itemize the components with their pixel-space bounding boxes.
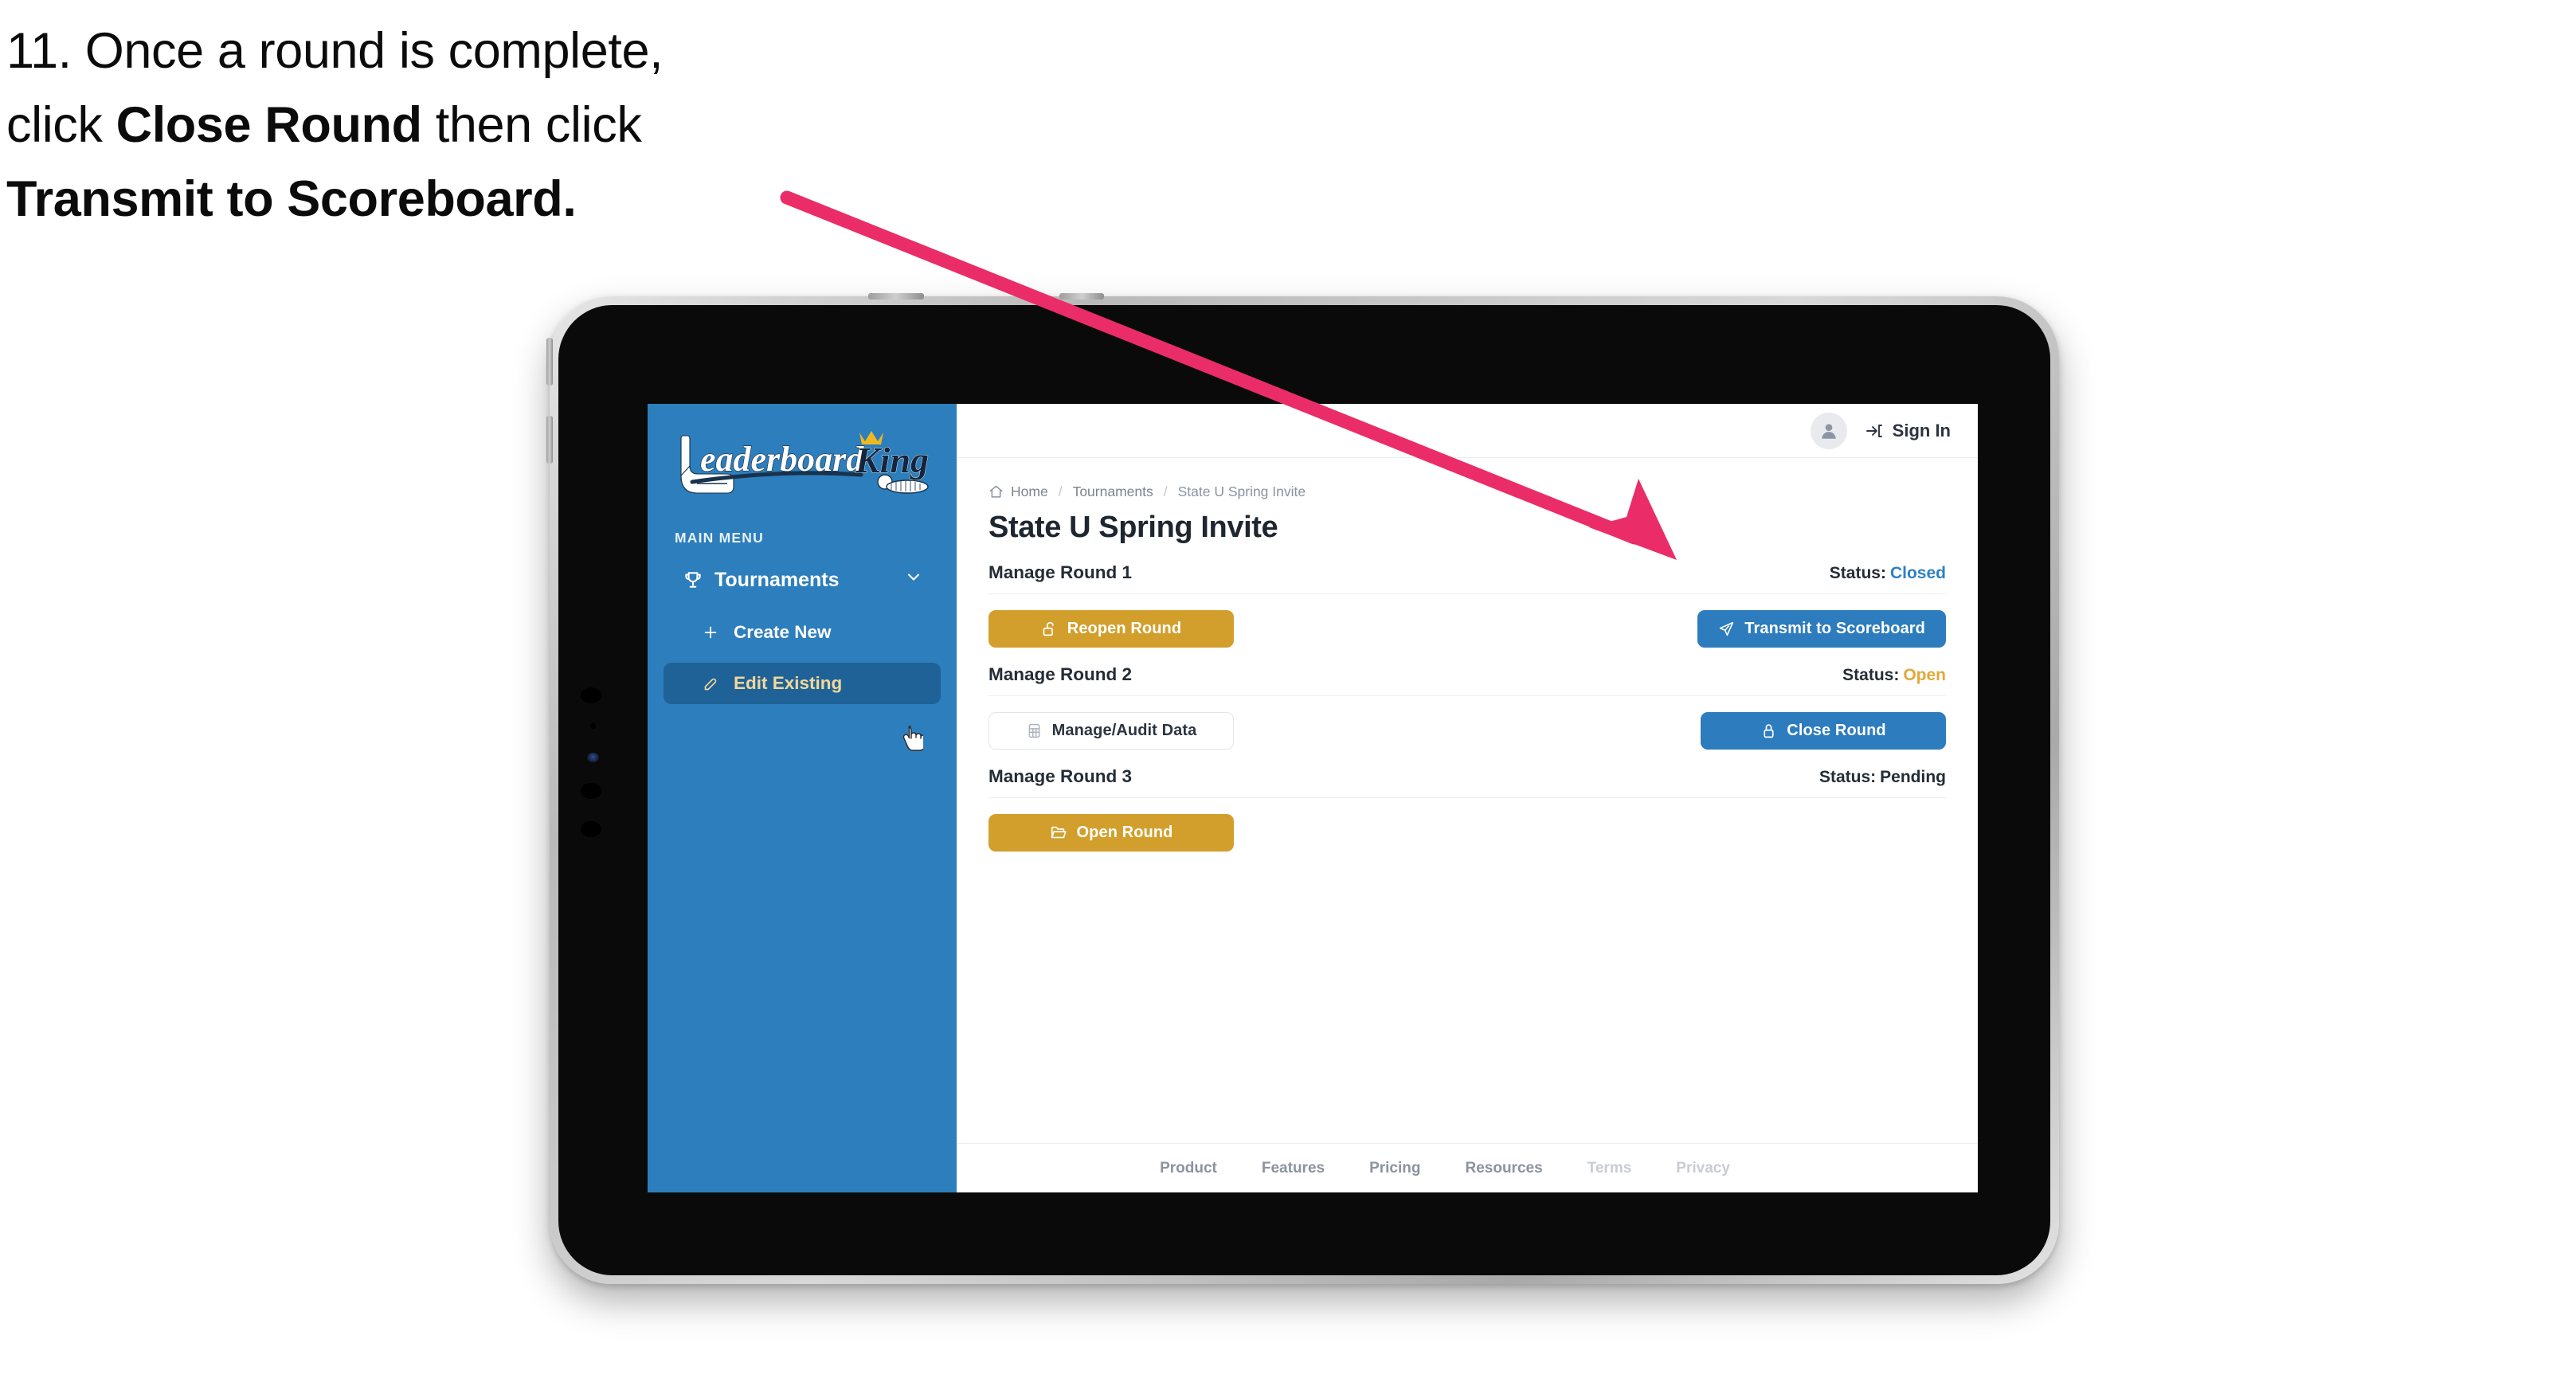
footer-link-pricing[interactable]: Pricing <box>1369 1160 1420 1177</box>
svg-text:King: King <box>855 440 929 480</box>
app-logo[interactable]: eaderboard King <box>648 426 957 512</box>
top-bar: Sign In <box>957 404 1978 458</box>
sidebar-section-label: MAIN MENU <box>675 530 764 546</box>
caption-line-2-suffix: then click <box>421 97 642 154</box>
button-label: Open Round <box>1076 823 1173 841</box>
button-label: Manage/Audit Data <box>1051 721 1197 739</box>
button-label: Reopen Round <box>1067 619 1182 637</box>
manage-audit-data-button[interactable]: Manage/Audit Data <box>989 711 1234 750</box>
footer-link-privacy[interactable]: Privacy <box>1676 1160 1730 1177</box>
caption-transmit-bold: Transmit to Scoreboard. <box>6 171 577 228</box>
sign-in-icon <box>1865 421 1884 440</box>
plus-icon <box>699 622 722 643</box>
caption-line-2-prefix: click <box>6 97 116 154</box>
open-round-button[interactable]: Open Round <box>989 813 1234 852</box>
breadcrumb-item-current: State U Spring Invite <box>1177 484 1306 499</box>
device-volume-down-button <box>546 416 553 464</box>
breadcrumb-separator: / <box>1058 484 1063 499</box>
sidebar-item-tournaments[interactable]: Tournaments <box>665 558 939 602</box>
status-badge: Pending <box>1880 768 1946 786</box>
round-block-1: Manage Round 1 Status: Closed Reopen Rou… <box>989 562 1946 648</box>
round-name: Manage Round 1 <box>989 562 1133 582</box>
device-sensor-dot <box>590 723 596 729</box>
device-top-button-a <box>868 293 924 300</box>
device-top-button-b <box>1059 293 1104 300</box>
user-avatar-icon[interactable] <box>1810 412 1847 449</box>
footer-link-terms[interactable]: Terms <box>1587 1160 1632 1177</box>
transmit-to-scoreboard-button[interactable]: Transmit to Scoreboard <box>1697 609 1946 648</box>
caption-close-round-bold: Close Round <box>115 97 422 154</box>
device-volume-up-button <box>546 338 553 386</box>
round-block-3: Manage Round 3 Status: Pending Open Roun… <box>989 766 1946 852</box>
breadcrumb-item-tournaments[interactable]: Tournaments <box>1073 484 1153 500</box>
sidebar-item-create-new[interactable]: Create New <box>664 612 941 653</box>
status-prefix-label: Status: <box>1842 666 1900 684</box>
button-label: Close Round <box>1787 721 1886 739</box>
round-header: Manage Round 1 Status: Closed <box>989 562 1946 594</box>
footer-link-resources[interactable]: Resources <box>1465 1160 1542 1177</box>
footer-link-product[interactable]: Product <box>1160 1160 1217 1177</box>
breadcrumb: Home / Tournaments / State U Spring Invi… <box>989 484 1946 500</box>
sign-in-button[interactable]: Sign In <box>1865 421 1951 441</box>
trophy-icon <box>679 568 707 592</box>
page-title: State U Spring Invite <box>989 511 1278 544</box>
sidebar-item-label: Edit Existing <box>734 673 843 693</box>
page-body: Home / Tournaments / State U Spring Invi… <box>957 458 1978 1143</box>
round-actions: Manage/Audit Data Close Round <box>989 711 1946 750</box>
lock-icon <box>1760 722 1777 739</box>
device-sensor-dot <box>581 821 601 837</box>
chevron-down-icon[interactable] <box>904 568 923 593</box>
open-folder-icon <box>1050 824 1067 841</box>
round-name: Manage Round 3 <box>989 766 1133 786</box>
round-header: Manage Round 2 Status: Open <box>989 664 1946 696</box>
round-block-2: Manage Round 2 Status: Open Manage/Audit… <box>989 664 1946 750</box>
footer-link-features[interactable]: Features <box>1262 1160 1325 1177</box>
edit-pencil-icon <box>699 673 722 694</box>
button-label: Transmit to Scoreboard <box>1744 619 1925 637</box>
home-icon[interactable] <box>989 484 1004 499</box>
round-actions: Reopen Round Transmit to Scoreboard <box>989 609 1946 648</box>
tablet-device: eaderboard King MAIN MENU Tournaments Cr… <box>546 293 2059 1284</box>
device-front-camera <box>587 753 599 762</box>
sidebar-item-label: Create New <box>734 622 832 642</box>
sidebar: eaderboard King MAIN MENU Tournaments Cr… <box>648 404 957 1192</box>
leaderboard-king-logo-icon: eaderboard King <box>680 431 929 494</box>
main-content: Sign In Home / Tournaments / State U Spr… <box>957 404 1978 1192</box>
instruction-caption: 11. Once a round is complete, click Clos… <box>6 14 851 237</box>
round-status: Status: Pending <box>1819 768 1946 787</box>
round-actions: Open Round <box>989 812 1946 852</box>
round-status: Status: Open <box>1842 666 1946 685</box>
status-prefix-label: Status: <box>1829 564 1886 582</box>
paper-plane-icon <box>1718 621 1735 637</box>
mouse-cursor-pointer-icon <box>901 723 926 753</box>
app-viewport: eaderboard King MAIN MENU Tournaments Cr… <box>648 404 1978 1192</box>
breadcrumb-item-home[interactable]: Home <box>1011 484 1048 500</box>
caption-line-1: 11. Once a round is complete, <box>6 14 851 88</box>
round-name: Manage Round 2 <box>989 664 1133 684</box>
close-round-button[interactable]: Close Round <box>1701 711 1946 750</box>
caption-line-1-text: 11. Once a round is complete, <box>6 23 664 79</box>
sidebar-item-label: Tournaments <box>714 568 840 591</box>
device-sensor-dot <box>581 687 601 703</box>
round-header: Manage Round 3 Status: Pending <box>989 766 1946 798</box>
sidebar-item-edit-existing[interactable]: Edit Existing <box>664 663 941 704</box>
caption-line-2: click Close Round then click <box>6 88 851 162</box>
sign-in-label: Sign In <box>1892 420 1951 440</box>
reopen-round-button[interactable]: Reopen Round <box>989 609 1234 648</box>
status-prefix-label: Status: <box>1818 768 1877 786</box>
caption-line-3: Transmit to Scoreboard. <box>6 162 851 237</box>
breadcrumb-separator: / <box>1163 484 1168 499</box>
status-badge: Open <box>1903 666 1946 684</box>
device-sensor-dot <box>581 783 601 799</box>
table-grid-icon <box>1026 722 1043 739</box>
status-badge: Closed <box>1889 564 1946 582</box>
round-status: Status: Closed <box>1830 564 1946 583</box>
unlock-icon <box>1041 621 1058 637</box>
tablet-bezel: eaderboard King MAIN MENU Tournaments Cr… <box>558 305 2050 1275</box>
footer: Product Features Pricing Resources Terms… <box>957 1143 1978 1192</box>
